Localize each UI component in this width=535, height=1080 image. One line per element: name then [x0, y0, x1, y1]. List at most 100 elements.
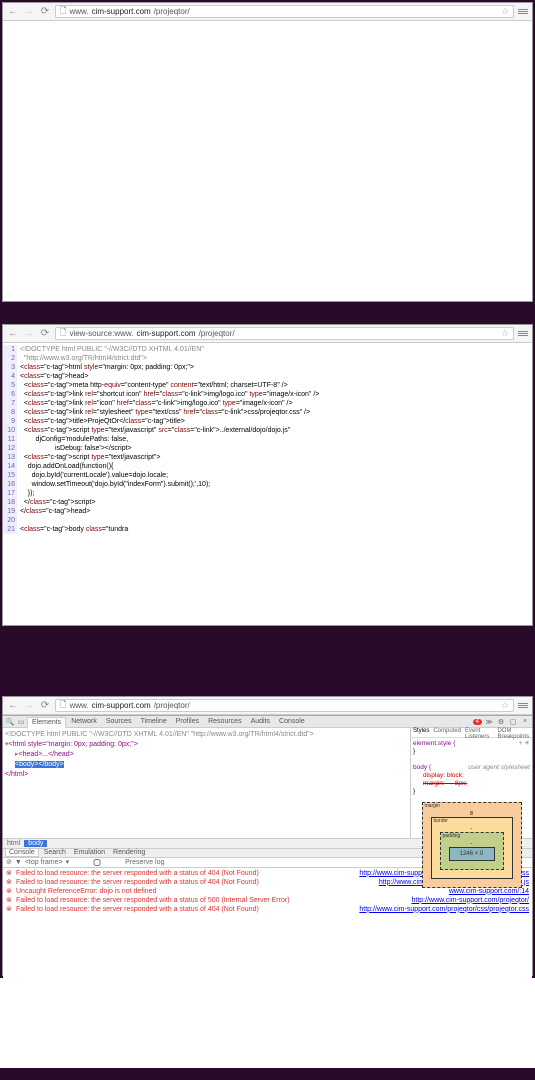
url-path: /projeqtor/	[154, 7, 190, 16]
source-line: 1<!DOCTYPE html PUBLIC "-//W3C//DTD XHTM…	[3, 345, 532, 354]
source-line: 7 <class="c-tag">link rel="icon" href="c…	[3, 399, 532, 408]
drawer-tab-rendering[interactable]: Rendering	[110, 849, 148, 856]
side-tab-event-listeners[interactable]: Event Listeners	[463, 728, 495, 737]
browser-window-3: ← → ⟳ 🗋 www.cim-support.com/projeqtor/ ☆…	[2, 696, 533, 976]
source-line: 14 dojo.addOnLoad(function(){	[3, 462, 532, 471]
style-rules[interactable]: element.style {+ ☀ } body {user agent st…	[411, 738, 532, 798]
dom-tree[interactable]: <!DOCTYPE html PUBLIC "-//W3C//DTD XHTML…	[3, 728, 410, 838]
source-line: 12 isDebug: false'></script>	[3, 444, 532, 453]
error-icon	[6, 878, 16, 887]
source-line: 21<class="c-tag">body class="tundra	[3, 525, 532, 534]
side-tab-computed[interactable]: Computed	[431, 728, 463, 737]
devtools-tab-sources[interactable]: Sources	[102, 717, 136, 726]
source-line: 9 <class="c-tag">title>ProjeQtOr</class=…	[3, 417, 532, 426]
drawer-icon[interactable]: ≫	[484, 717, 494, 727]
inspect-icon[interactable]: 🔍	[5, 717, 15, 727]
url-input[interactable]: 🗋 www.cim-support.com/projeqtor/ ☆	[55, 5, 514, 18]
bookmark-icon[interactable]: ☆	[501, 328, 509, 339]
reload-button[interactable]: ⟳	[39, 6, 51, 18]
back-button[interactable]: ←	[7, 328, 19, 340]
reload-button[interactable]: ⟳	[39, 700, 51, 712]
ua-label: user agent stylesheet	[468, 764, 530, 772]
url-input[interactable]: 🗋 view-source:www.cim-support.com/projeq…	[55, 327, 514, 340]
devtools-tab-network[interactable]: Network	[67, 717, 101, 726]
devtools-tab-timeline[interactable]: Timeline	[137, 717, 171, 726]
dom-body-selected[interactable]: <body></body>	[15, 761, 64, 768]
dom-html[interactable]: <html style="margin: 0px; padding: 0px;"…	[9, 741, 138, 748]
close-icon[interactable]: ×	[520, 717, 530, 727]
source-line: 3<class="c-tag">html style="margin: 0px;…	[3, 363, 532, 372]
styles-panel: StylesComputedEvent ListenersDOM Breakpo…	[410, 728, 532, 838]
settings-icon[interactable]: ⚙	[496, 717, 506, 727]
dom-head[interactable]: <head>...</head>	[19, 751, 74, 758]
forward-button[interactable]: →	[23, 700, 35, 712]
box-content: 1246 × 0	[449, 847, 495, 861]
error-icon	[6, 887, 16, 896]
drawer-tab-console[interactable]: Console	[5, 848, 39, 857]
error-message: Failed to load resource: the server resp…	[16, 869, 359, 878]
forward-button[interactable]: →	[23, 6, 35, 18]
source-line: 15 dojo.byId('currentLocale').value=dojo…	[3, 471, 532, 480]
dom-doctype: <!DOCTYPE html PUBLIC "-//W3C//DTD XHTML…	[5, 731, 314, 738]
error-icon	[6, 869, 16, 878]
devtools-tab-profiles[interactable]: Profiles	[172, 717, 203, 726]
browser-window-1: ← → ⟳ 🗋 www.cim-support.com/projeqtor/ ☆	[2, 2, 533, 302]
url-prefix: www.	[69, 7, 88, 16]
source-line: 2 "http://www.w3.org/TR/html4/strict.dtd…	[3, 354, 532, 363]
source-line: 18 </class="c-tag">script>	[3, 498, 532, 507]
clear-icon[interactable]: ⊘	[6, 858, 12, 866]
url-path: /projeqtor/	[154, 701, 190, 710]
preserve-log-checkbox[interactable]	[72, 859, 122, 866]
page-icon: 🗋	[60, 699, 66, 713]
devtools-tab-resources[interactable]: Resources	[204, 717, 245, 726]
reload-button[interactable]: ⟳	[39, 328, 51, 340]
crumb-body[interactable]: body	[24, 840, 47, 847]
devtools-tabbar: 🔍 ▭ ElementsNetworkSourcesTimelineProfil…	[3, 716, 532, 728]
forward-button[interactable]: →	[23, 328, 35, 340]
source-line: 20	[3, 516, 532, 525]
bookmark-icon[interactable]: ☆	[501, 6, 509, 17]
source-line: 8 <class="c-tag">link rel="stylesheet" t…	[3, 408, 532, 417]
devtools-tab-elements[interactable]: Elements	[27, 717, 66, 728]
error-message: Failed to load resource: the server resp…	[16, 896, 412, 905]
url-input[interactable]: 🗋 www.cim-support.com/projeqtor/ ☆	[55, 699, 514, 712]
frame-select[interactable]: <top frame>	[25, 859, 63, 866]
crumb-html[interactable]: html	[3, 840, 24, 847]
devtools-tab-console[interactable]: Console	[275, 717, 309, 726]
url-host: cim-support.com	[136, 329, 195, 338]
error-source-link[interactable]: http://www.cim-support.com/projeqtor/	[412, 896, 530, 905]
device-icon[interactable]: ▭	[16, 717, 26, 727]
source-line: 10 <class="c-tag">script type="text/java…	[3, 426, 532, 435]
back-button[interactable]: ←	[7, 700, 19, 712]
dock-icon[interactable]: ▢	[508, 717, 518, 727]
menu-icon[interactable]	[518, 9, 528, 14]
source-line: 4<class="c-tag">head>	[3, 372, 532, 381]
devtools-panel: 🔍 ▭ ElementsNetworkSourcesTimelineProfil…	[3, 715, 532, 979]
style-close: }	[413, 788, 530, 796]
drawer-tab-emulation[interactable]: Emulation	[71, 849, 108, 856]
side-tab-styles[interactable]: Styles	[411, 728, 431, 737]
back-button[interactable]: ←	[7, 6, 19, 18]
filter-icon[interactable]: ▼	[15, 859, 22, 866]
source-line: 13 <class="c-tag">script type="text/java…	[3, 453, 532, 462]
console-error-line: Failed to load resource: the server resp…	[3, 896, 532, 905]
source-line: 6 <class="c-tag">link rel="shortcut icon…	[3, 390, 532, 399]
error-badge[interactable]: 4	[473, 719, 482, 725]
side-tab-dom-breakpoints[interactable]: DOM Breakpoints	[495, 728, 532, 737]
bookmark-icon[interactable]: ☆	[501, 700, 509, 711]
devtools-tab-audits[interactable]: Audits	[247, 717, 274, 726]
source-line: 16 window.setTimeout('dojo.byId("indexFo…	[3, 480, 532, 489]
address-bar: ← → ⟳ 🗋 www.cim-support.com/projeqtor/ ☆	[3, 697, 532, 715]
error-source-link[interactable]: http://www.cim-support.com/projeqtor/css…	[359, 905, 529, 914]
error-icon	[6, 896, 16, 905]
box-model: margin8 border- padding- 1246 × 0	[422, 802, 522, 888]
page-icon: 🗋	[60, 5, 66, 19]
menu-icon[interactable]	[518, 703, 528, 708]
error-message: Uncaught ReferenceError: dojo is not def…	[16, 887, 449, 896]
source-line: 17 });	[3, 489, 532, 498]
menu-icon[interactable]	[518, 331, 528, 336]
url-path: /projeqtor/	[199, 329, 235, 338]
url-host: cim-support.com	[92, 701, 151, 710]
drawer-tab-search[interactable]: Search	[41, 849, 69, 856]
body-selector: body {	[413, 764, 431, 771]
